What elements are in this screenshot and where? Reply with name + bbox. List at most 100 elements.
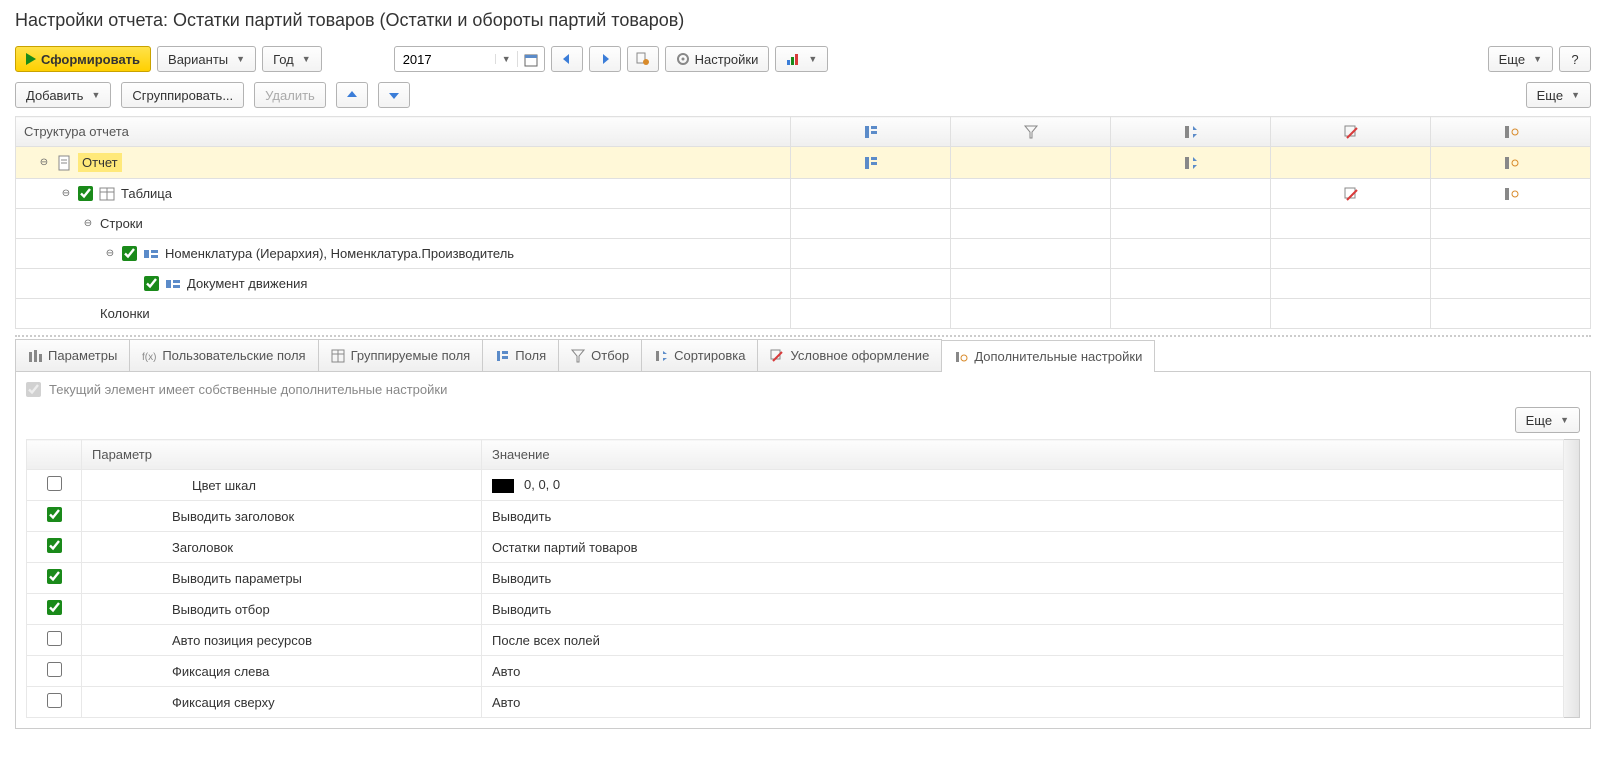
- param-row[interactable]: Фиксация сверхуАвто: [27, 687, 1564, 718]
- structure-row[interactable]: ⊖Строки: [16, 209, 1591, 239]
- tab-fields[interactable]: Поля: [482, 339, 559, 371]
- structure-more-button[interactable]: Еще ▼: [1526, 82, 1591, 108]
- content-more-label: Еще: [1526, 413, 1552, 428]
- tab-label: Параметры: [48, 348, 117, 363]
- param-checkbox[interactable]: [47, 538, 62, 553]
- arrow-up-icon: [346, 89, 358, 101]
- param-checkbox[interactable]: [47, 693, 62, 708]
- param-row[interactable]: Цвет шкал0, 0, 0: [27, 470, 1564, 501]
- add-button[interactable]: Добавить ▼: [15, 82, 111, 108]
- param-row[interactable]: Выводить отборВыводить: [27, 594, 1564, 625]
- col-condformat-icon: [1271, 117, 1431, 147]
- tab-label: Сортировка: [674, 348, 745, 363]
- collapse-icon[interactable]: ⊖: [82, 218, 94, 230]
- param-checkbox[interactable]: [47, 600, 62, 615]
- move-down-button[interactable]: [378, 82, 410, 108]
- row-checkbox[interactable]: [78, 186, 93, 201]
- row-label: Номенклатура (Иерархия), Номенклатура.Пр…: [165, 246, 514, 261]
- param-checkbox[interactable]: [47, 569, 62, 584]
- group-button[interactable]: Сгруппировать...: [121, 82, 244, 108]
- chevron-down-icon: ▼: [1571, 90, 1580, 100]
- structure-row[interactable]: Колонки: [16, 299, 1591, 329]
- svg-text:f(x): f(x): [142, 352, 156, 363]
- row-col-icon: [1431, 179, 1591, 209]
- structure-row[interactable]: ⊖ Таблица: [16, 179, 1591, 209]
- params-icon: [28, 348, 42, 364]
- prev-period-button[interactable]: [551, 46, 583, 72]
- param-checkbox[interactable]: [47, 507, 62, 522]
- help-button[interactable]: ?: [1559, 46, 1591, 72]
- tab-strip: Параметры f(x)Пользовательские поляГруппи…: [15, 339, 1591, 372]
- tab-params[interactable]: Параметры: [15, 339, 130, 371]
- move-up-button[interactable]: [336, 82, 368, 108]
- tab-extra[interactable]: Дополнительные настройки: [941, 340, 1155, 372]
- sort-icon: [654, 348, 668, 364]
- variants-label: Варианты: [168, 52, 228, 67]
- row-col-icon: [791, 147, 951, 179]
- more-button[interactable]: Еще ▼: [1488, 46, 1553, 72]
- scrollbar[interactable]: [1564, 439, 1580, 718]
- structure-row[interactable]: Документ движения: [16, 269, 1591, 299]
- row-col-icon: [1271, 209, 1431, 239]
- period-type-button[interactable]: Год ▼: [262, 46, 322, 72]
- group-icon: [143, 246, 159, 262]
- collapse-icon[interactable]: ⊖: [38, 157, 50, 169]
- chart-icon: [786, 52, 800, 66]
- tab-grouped[interactable]: Группируемые поля: [318, 339, 484, 371]
- param-value[interactable]: 0, 0, 0: [482, 470, 1564, 501]
- tab-filter[interactable]: Отбор: [558, 339, 642, 371]
- param-row[interactable]: Выводить заголовокВыводить: [27, 501, 1564, 532]
- tab-sort[interactable]: Сортировка: [641, 339, 758, 371]
- col-extra-icon: [1431, 117, 1591, 147]
- param-value[interactable]: Выводить: [482, 594, 1564, 625]
- param-value[interactable]: Выводить: [482, 501, 1564, 532]
- param-checkbox[interactable]: [47, 631, 62, 646]
- chart-settings-button[interactable]: ▼: [775, 46, 828, 72]
- param-row[interactable]: Фиксация слеваАвто: [27, 656, 1564, 687]
- structure-row[interactable]: ⊖ Номенклатура (Иерархия), Номенклатура.П…: [16, 239, 1591, 269]
- structure-header: Структура отчета: [16, 117, 791, 147]
- param-value[interactable]: Выводить: [482, 563, 1564, 594]
- splitter[interactable]: [15, 335, 1591, 337]
- row-checkbox[interactable]: [122, 246, 137, 261]
- param-value[interactable]: После всех полей: [482, 625, 1564, 656]
- tab-userfields[interactable]: f(x)Пользовательские поля: [129, 339, 318, 371]
- extra-icon: [954, 349, 968, 365]
- period-dropdown-icon[interactable]: ▼: [495, 54, 517, 64]
- row-col-icon: [1271, 269, 1431, 299]
- params-param-header: Параметр: [82, 440, 482, 470]
- page-title: Настройки отчета: Остатки партий товаров…: [15, 10, 1591, 31]
- param-row[interactable]: Авто позиция ресурсовПосле всех полей: [27, 625, 1564, 656]
- collapse-icon[interactable]: ⊖: [60, 188, 72, 200]
- param-row[interactable]: Выводить параметрыВыводить: [27, 563, 1564, 594]
- options-icon: [636, 52, 650, 66]
- col-sort-icon: [1111, 117, 1271, 147]
- calendar-icon[interactable]: [517, 51, 544, 67]
- row-col-icon: [1111, 299, 1271, 329]
- structure-row[interactable]: ⊖Отчет: [16, 147, 1591, 179]
- param-value[interactable]: Авто: [482, 687, 1564, 718]
- row-label: Таблица: [121, 186, 172, 201]
- delete-button[interactable]: Удалить: [254, 82, 326, 108]
- content-more-button[interactable]: Еще ▼: [1515, 407, 1580, 433]
- param-checkbox[interactable]: [47, 476, 62, 491]
- variants-button[interactable]: Варианты ▼: [157, 46, 256, 72]
- collapse-icon[interactable]: ⊖: [104, 248, 116, 260]
- settings-button[interactable]: Настройки: [665, 46, 770, 72]
- row-col-icon: [1111, 239, 1271, 269]
- chevron-down-icon: ▼: [91, 90, 100, 100]
- grouped-icon: [331, 348, 345, 364]
- report-options-button[interactable]: [627, 46, 659, 72]
- param-row[interactable]: ЗаголовокОстатки партий товаров: [27, 532, 1564, 563]
- own-settings-checkbox[interactable]: [26, 382, 41, 397]
- param-value[interactable]: Авто: [482, 656, 1564, 687]
- row-col-icon: [791, 209, 951, 239]
- tab-condformat[interactable]: Условное оформление: [757, 339, 942, 371]
- row-checkbox[interactable]: [144, 276, 159, 291]
- param-checkbox[interactable]: [47, 662, 62, 677]
- next-period-button[interactable]: [589, 46, 621, 72]
- param-value[interactable]: Остатки партий товаров: [482, 532, 1564, 563]
- period-value-field[interactable]: [395, 52, 495, 67]
- form-button[interactable]: Сформировать: [15, 46, 151, 72]
- row-col-icon: [951, 269, 1111, 299]
